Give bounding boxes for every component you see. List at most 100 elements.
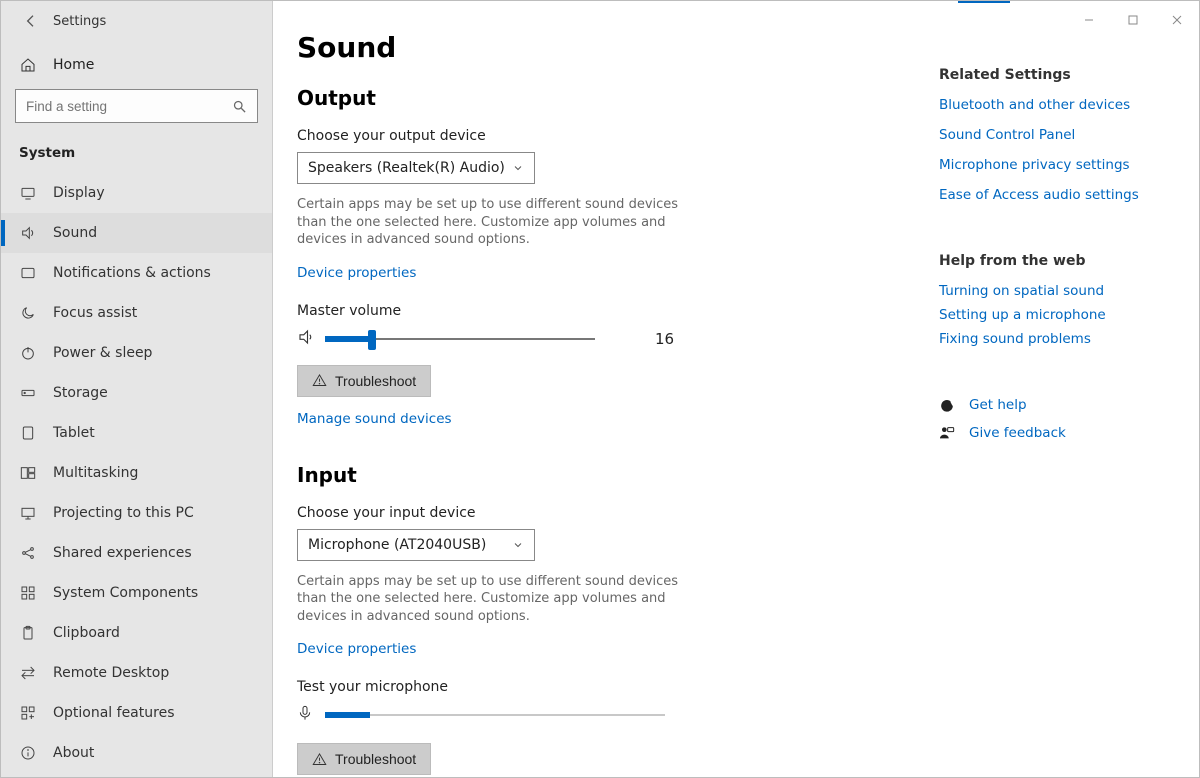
mic-meter — [297, 703, 909, 727]
output-section: Output Choose your output device Speaker… — [297, 86, 909, 433]
output-device-value: Speakers (Realtek(R) Audio) — [308, 160, 505, 176]
output-device-properties-link[interactable]: Device properties — [297, 265, 416, 281]
power-icon — [19, 345, 37, 361]
nav-clipboard[interactable]: Clipboard — [1, 613, 272, 653]
nav-power[interactable]: Power & sleep — [1, 333, 272, 373]
home-button[interactable]: Home — [1, 41, 272, 89]
group-title: System — [1, 131, 272, 173]
project-icon — [19, 505, 37, 521]
storage-icon — [19, 385, 37, 401]
mic-level-fill — [325, 712, 370, 718]
chevron-down-icon — [512, 162, 524, 174]
content: Sound Output Choose your output device S… — [273, 1, 939, 777]
window-controls — [1067, 7, 1199, 33]
volume-slider[interactable] — [325, 327, 595, 351]
related-link-bluetooth[interactable]: Bluetooth and other devices — [939, 97, 1169, 113]
nav-label: Focus assist — [53, 305, 137, 321]
troubleshoot-label: Troubleshoot — [335, 373, 416, 389]
output-troubleshoot-button[interactable]: Troubleshoot — [297, 365, 431, 397]
input-device-properties-link[interactable]: Device properties — [297, 641, 416, 657]
help-from-web-group: Help from the web Turning on spatial sou… — [939, 253, 1169, 347]
input-choose-label: Choose your input device — [297, 505, 909, 521]
input-device-value: Microphone (AT2040USB) — [308, 537, 486, 553]
get-help-link[interactable]: Get help — [969, 397, 1027, 413]
output-device-select[interactable]: Speakers (Realtek(R) Audio) — [297, 152, 535, 184]
input-troubleshoot-button[interactable]: Troubleshoot — [297, 743, 431, 775]
nav-label: Clipboard — [53, 625, 120, 641]
give-feedback-row[interactable]: Give feedback — [939, 425, 1169, 441]
nav-multitasking[interactable]: Multitasking — [1, 453, 272, 493]
back-button[interactable] — [11, 13, 51, 29]
get-help-row[interactable]: ? Get help — [939, 397, 1169, 413]
nav-label: Storage — [53, 385, 108, 401]
nav-label: Multitasking — [53, 465, 138, 481]
search-input[interactable] — [24, 98, 232, 115]
volume-icon[interactable] — [297, 328, 315, 350]
input-help-text: Certain apps may be set up to use differ… — [297, 573, 697, 626]
nav-display[interactable]: Display — [1, 173, 272, 213]
related-settings-heading: Related Settings — [939, 67, 1169, 83]
nav-label: Tablet — [53, 425, 95, 441]
input-section: Input Choose your input device Microphon… — [297, 463, 909, 777]
nav-storage[interactable]: Storage — [1, 373, 272, 413]
nav-notifications[interactable]: Notifications & actions — [1, 253, 272, 293]
nav-tablet[interactable]: Tablet — [1, 413, 272, 453]
search-input-box[interactable] — [15, 89, 258, 123]
nav-projecting[interactable]: Projecting to this PC — [1, 493, 272, 533]
nav-shared[interactable]: Shared experiences — [1, 533, 272, 573]
master-volume-label: Master volume — [297, 303, 909, 319]
input-heading: Input — [297, 463, 909, 487]
help-link-setup-microphone[interactable]: Setting up a microphone — [939, 307, 1169, 323]
maximize-button[interactable] — [1111, 7, 1155, 33]
get-help-icon: ? — [939, 397, 961, 413]
help-link-fixing-sound[interactable]: Fixing sound problems — [939, 331, 1169, 347]
sidebar-header: Settings — [1, 1, 272, 41]
slider-fill — [325, 336, 368, 342]
main: Sound Output Choose your output device S… — [273, 1, 1199, 777]
nav-label: Sound — [53, 225, 97, 241]
optional-icon — [19, 705, 37, 721]
nav-sound[interactable]: Sound — [1, 213, 272, 253]
multitasking-icon — [19, 465, 37, 481]
components-icon — [19, 585, 37, 601]
nav-components[interactable]: System Components — [1, 573, 272, 613]
display-icon — [19, 185, 37, 201]
nav-remote[interactable]: Remote Desktop — [1, 653, 272, 693]
output-choose-label: Choose your output device — [297, 128, 909, 144]
notifications-icon — [19, 265, 37, 281]
minimize-button[interactable] — [1067, 7, 1111, 33]
input-device-select[interactable]: Microphone (AT2040USB) — [297, 529, 535, 561]
warning-icon — [312, 752, 327, 767]
nav-optional[interactable]: Optional features — [1, 693, 272, 733]
accent-tab — [958, 1, 1010, 3]
sound-icon — [19, 225, 37, 241]
volume-row: 16 — [297, 327, 909, 351]
microphone-icon — [297, 703, 313, 727]
nav-label: Power & sleep — [53, 345, 152, 361]
give-feedback-link[interactable]: Give feedback — [969, 425, 1066, 441]
related-link-sound-control-panel[interactable]: Sound Control Panel — [939, 127, 1169, 143]
close-button[interactable] — [1155, 7, 1199, 33]
right-rail: Related Settings Bluetooth and other dev… — [939, 1, 1199, 777]
help-link-spatial-sound[interactable]: Turning on spatial sound — [939, 283, 1169, 299]
output-manage-link[interactable]: Manage sound devices — [297, 411, 452, 427]
search-container — [1, 89, 272, 131]
app-title: Settings — [53, 14, 106, 29]
nav-about[interactable]: About — [1, 733, 272, 773]
help-heading: Help from the web — [939, 253, 1169, 269]
related-link-ease-of-access[interactable]: Ease of Access audio settings — [939, 187, 1169, 203]
related-link-microphone-privacy[interactable]: Microphone privacy settings — [939, 157, 1169, 173]
shared-icon — [19, 545, 37, 561]
page-title: Sound — [297, 31, 909, 64]
slider-thumb[interactable] — [368, 330, 376, 350]
info-icon — [19, 745, 37, 761]
tablet-icon — [19, 425, 37, 441]
home-label: Home — [53, 57, 94, 73]
search-icon — [232, 99, 247, 114]
nav-focus-assist[interactable]: Focus assist — [1, 293, 272, 333]
nav-label: Notifications & actions — [53, 265, 211, 281]
moon-icon — [19, 305, 37, 321]
nav-label: Shared experiences — [53, 545, 192, 561]
svg-text:?: ? — [945, 401, 949, 409]
related-settings-group: Related Settings Bluetooth and other dev… — [939, 67, 1169, 203]
